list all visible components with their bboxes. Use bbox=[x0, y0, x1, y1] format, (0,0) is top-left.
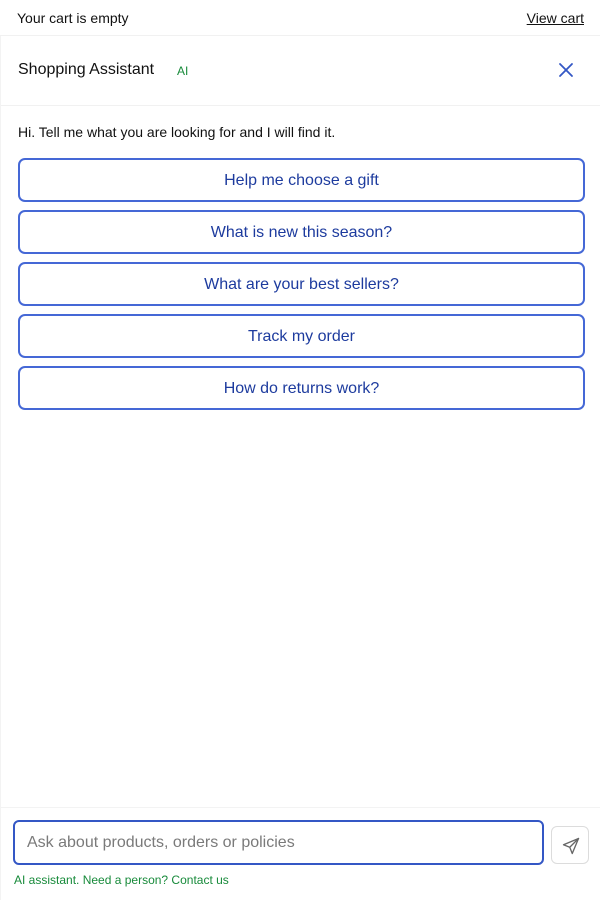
suggestion-new-season-button[interactable]: What is new this season? bbox=[18, 210, 585, 254]
message-composer: AI assistant. Need a person? Contact us bbox=[1, 807, 600, 900]
message-input[interactable] bbox=[13, 820, 544, 865]
assistant-header: Shopping Assistant AI bbox=[1, 36, 600, 106]
assistant-panel: Shopping Assistant AI Hi. Tell me what y… bbox=[0, 36, 600, 900]
suggestion-best-sellers-button[interactable]: What are your best sellers? bbox=[18, 262, 585, 306]
cart-status: Your cart is empty bbox=[17, 10, 129, 26]
view-cart-link[interactable]: View cart bbox=[527, 10, 584, 26]
suggestion-returns-button[interactable]: How do returns work? bbox=[18, 366, 585, 410]
send-icon bbox=[562, 837, 580, 855]
assistant-title: Shopping Assistant bbox=[18, 61, 155, 78]
assistant-greeting: Hi. Tell me what you are looking for and… bbox=[18, 124, 336, 140]
suggestion-list: Help me choose a gift What is new this s… bbox=[18, 158, 585, 418]
close-button[interactable] bbox=[557, 61, 575, 79]
suggestion-track-order-button[interactable]: Track my order bbox=[18, 314, 585, 358]
suggestion-choose-gift-button[interactable]: Help me choose a gift bbox=[18, 158, 585, 202]
assistant-footer-note[interactable]: AI assistant. Need a person? Contact us bbox=[14, 873, 229, 887]
cart-bar: Your cart is empty View cart bbox=[0, 0, 600, 36]
close-icon bbox=[559, 63, 573, 77]
ai-badge: AI bbox=[177, 64, 189, 78]
send-button[interactable] bbox=[551, 826, 589, 864]
